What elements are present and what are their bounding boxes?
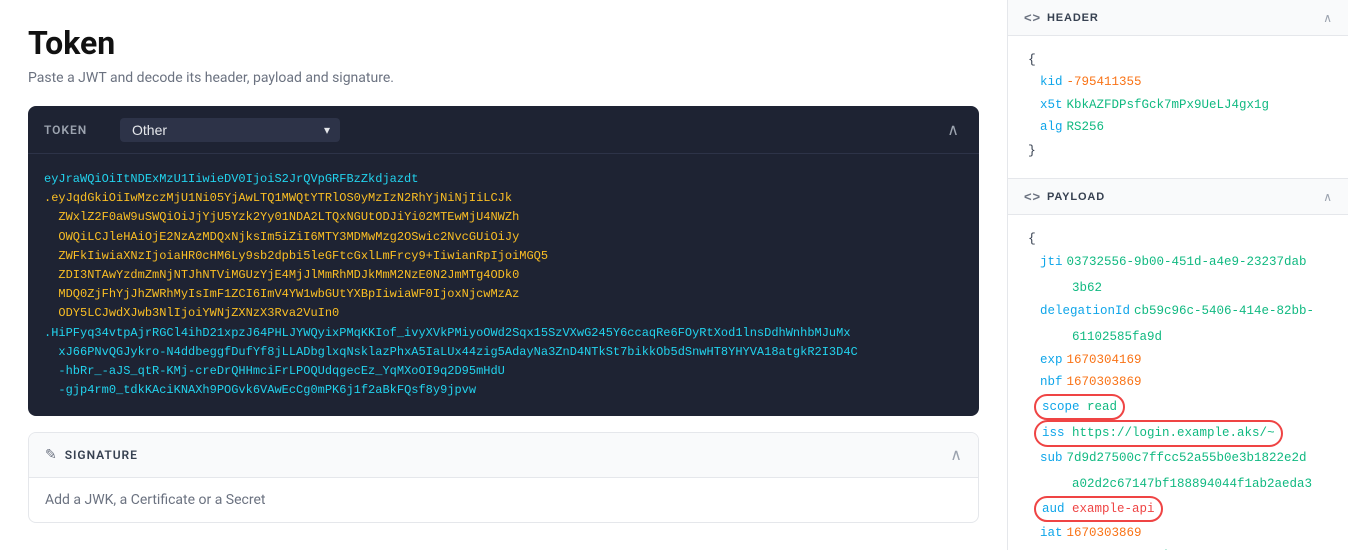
iss-highlight: iss https://login.example.aks/~ <box>1034 420 1283 447</box>
page-subtitle: Paste a JWT and decode its header, paylo… <box>28 70 979 86</box>
signature-header[interactable]: ✎ SIGNATURE ∧ <box>29 433 978 478</box>
token-container: TOKEN Other ▾ ∧ eyJraWQiOiItNDExMzU1Iiwi… <box>28 106 979 416</box>
payload-delegation-key: delegationId <box>1040 300 1130 323</box>
token-type-dropdown[interactable]: Other ▾ <box>120 118 340 142</box>
payload-nbf-row: nbf 1670303869 <box>1028 371 1328 394</box>
payload-section-header: <> PAYLOAD ∧ <box>1008 179 1348 215</box>
payload-scope-row: scope read <box>1028 394 1328 421</box>
header-alg-key: alg <box>1040 116 1063 139</box>
payload-section-title: <> PAYLOAD <box>1024 189 1105 204</box>
payload-aud-row: aud example-api <box>1028 496 1328 523</box>
payload-purpose-row: purpose access_token <box>1028 545 1328 550</box>
payload-aud-key: aud <box>1042 498 1065 521</box>
bracket-icon: <> <box>1024 10 1041 25</box>
right-panel: <> HEADER ∧ { kid -795411355 x5t KbkAZFD… <box>1008 0 1348 550</box>
payload-delegation-value2: 61102585fa9d <box>1040 326 1162 349</box>
header-kid-key: kid <box>1040 71 1063 94</box>
token-header: TOKEN Other ▾ ∧ <box>28 106 979 154</box>
payload-iat-row: iat 1670303869 <box>1028 522 1328 545</box>
payload-section: <> PAYLOAD ∧ { jti 03732556-9b00-451d-a4… <box>1008 179 1348 550</box>
header-kid-value: -795411355 <box>1067 71 1142 94</box>
payload-collapse-button[interactable]: ∧ <box>1323 190 1332 204</box>
payload-purpose-key: purpose <box>1040 545 1093 550</box>
payload-exp-row: exp 1670304169 <box>1028 349 1328 372</box>
scope-highlight: scope read <box>1034 394 1125 421</box>
payload-iat-key: iat <box>1040 522 1063 545</box>
payload-scope-key: scope <box>1042 396 1080 419</box>
header-section-title: <> HEADER <box>1024 10 1099 25</box>
payload-jti-value: 03732556-9b00-451d-a4e9-23237dab <box>1067 251 1307 274</box>
payload-open-brace: { <box>1028 227 1328 250</box>
header-alg-row: alg RS256 <box>1028 116 1328 139</box>
signature-container: ✎ SIGNATURE ∧ Add a JWK, a Certificate o… <box>28 432 979 523</box>
payload-exp-value: 1670304169 <box>1067 349 1142 372</box>
token-body: eyJraWQiOiItNDExMzU1IiwieDV0IjoiS2JrQVpG… <box>28 154 979 416</box>
signature-label: SIGNATURE <box>65 448 951 462</box>
token-label: TOKEN <box>44 123 104 137</box>
payload-sub-value: 7d9d27500c7ffcc52a55b0e3b1822e2d <box>1067 447 1307 470</box>
header-kid-row: kid -795411355 <box>1028 71 1328 94</box>
header-x5t-key: x5t <box>1040 94 1063 117</box>
header-alg-value: RS256 <box>1067 116 1105 139</box>
header-x5t-row: x5t KbkAZFDPsfGck7mPx9UeLJ4gx1g <box>1028 94 1328 117</box>
payload-jti-value2: 3b62 <box>1040 277 1102 300</box>
header-section: <> HEADER ∧ { kid -795411355 x5t KbkAZFD… <box>1008 0 1348 179</box>
token-collapse-button[interactable]: ∧ <box>943 116 963 144</box>
aud-highlight: aud example-api <box>1034 496 1163 523</box>
jwt-payload-part: .eyJqdGkiOiIwMzczMjU1Ni05YjAwLTQ1MWQtYTR… <box>44 191 548 320</box>
payload-iss-key: iss <box>1042 422 1065 445</box>
payload-sub-row: sub 7d9d27500c7ffcc52a55b0e3b1822e2d a02… <box>1028 447 1328 496</box>
page-title: Token <box>28 24 979 62</box>
payload-iss-row: iss https://login.example.aks/~ <box>1028 420 1328 447</box>
pencil-icon: ✎ <box>45 447 57 463</box>
signature-body: Add a JWK, a Certificate or a Secret <box>29 478 978 522</box>
jwt-header-part: eyJraWQiOiItNDExMzU1IiwieDV0IjoiS2JrQVpG… <box>44 172 418 186</box>
payload-scope-value: read <box>1087 396 1117 419</box>
payload-nbf-key: nbf <box>1040 371 1063 394</box>
header-section-header: <> HEADER ∧ <box>1008 0 1348 36</box>
dropdown-chevron-icon: ▾ <box>324 123 330 137</box>
header-collapse-button[interactable]: ∧ <box>1323 11 1332 25</box>
jwt-signature-part: .HiPFyq34vtpAjrRGCl4ihD21xpzJ64PHLJYWQyi… <box>44 326 858 398</box>
signature-collapse-button[interactable]: ∧ <box>950 445 962 465</box>
bracket-icon-2: <> <box>1024 189 1041 204</box>
payload-jti-key: jti <box>1040 251 1063 274</box>
payload-jti-row: jti 03732556-9b00-451d-a4e9-23237dab 3b6… <box>1028 251 1328 300</box>
left-panel: Token Paste a JWT and decode its header,… <box>0 0 1008 550</box>
close-brace: } <box>1028 139 1328 162</box>
payload-purpose-value: access_token <box>1097 545 1187 550</box>
header-content: { kid -795411355 x5t KbkAZFDPsfGck7mPx9U… <box>1008 36 1348 178</box>
signature-placeholder: Add a JWK, a Certificate or a Secret <box>45 492 266 508</box>
payload-sub-key: sub <box>1040 447 1063 470</box>
payload-iat-value: 1670303869 <box>1067 522 1142 545</box>
dropdown-value: Other <box>132 122 167 138</box>
header-x5t-value: KbkAZFDPsfGck7mPx9UeLJ4gx1g <box>1067 94 1270 117</box>
payload-delegation-row: delegationId cb59c96c-5406-414e-82bb- 61… <box>1028 300 1328 349</box>
payload-exp-key: exp <box>1040 349 1063 372</box>
payload-aud-value: example-api <box>1072 498 1155 521</box>
payload-sub-value2: a02d2c67147bf188894044f1ab2aeda3 <box>1040 473 1312 496</box>
payload-delegation-value: cb59c96c-5406-414e-82bb- <box>1134 300 1314 323</box>
payload-content: { jti 03732556-9b00-451d-a4e9-23237dab 3… <box>1008 215 1348 550</box>
payload-nbf-value: 1670303869 <box>1067 371 1142 394</box>
open-brace: { <box>1028 48 1328 71</box>
payload-iss-value: https://login.example.aks/~ <box>1072 422 1275 445</box>
